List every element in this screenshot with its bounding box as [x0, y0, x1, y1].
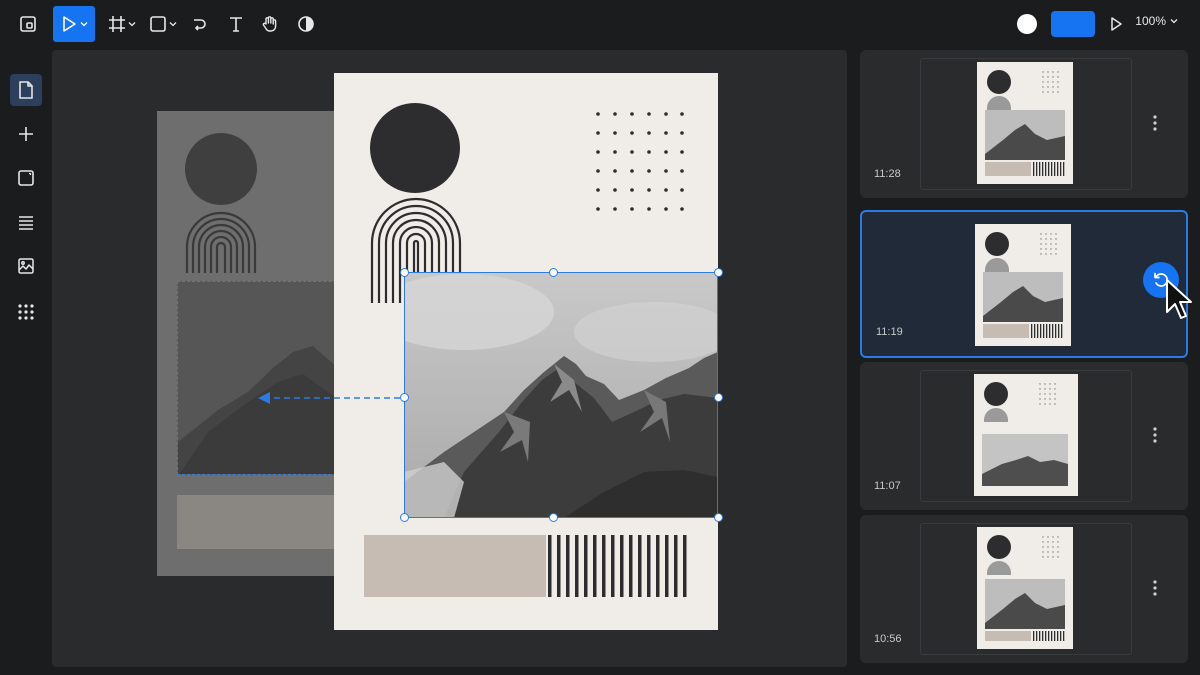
text-icon — [230, 17, 242, 32]
sidebar-item-add[interactable] — [10, 118, 42, 150]
left-sidebar — [0, 60, 52, 660]
share-button[interactable] — [1051, 11, 1095, 37]
version-history-panel: 11:28 11:19 11:07 10:56 — [858, 50, 1192, 667]
shape-tool-button[interactable] — [146, 6, 180, 42]
present-button[interactable] — [1108, 15, 1124, 38]
more-options-button[interactable] — [1152, 426, 1158, 449]
design-canvas[interactable] — [52, 50, 847, 667]
sidebar-item-images[interactable] — [10, 250, 42, 282]
history-thumbnail — [975, 224, 1071, 346]
sidebar-item-layers[interactable] — [10, 206, 42, 238]
chevron-down-icon — [128, 22, 136, 27]
play-icon — [1111, 17, 1122, 31]
history-thumbnail — [974, 374, 1078, 496]
history-timestamp: 10:56 — [874, 633, 902, 645]
hash-frame-icon — [109, 16, 125, 32]
frame-tool-button[interactable] — [106, 6, 138, 42]
history-thumbnail — [977, 527, 1073, 649]
more-options-button[interactable] — [1152, 579, 1158, 602]
text-tool-button[interactable] — [224, 6, 248, 42]
sidebar-item-frames[interactable] — [10, 162, 42, 194]
history-thumbnail — [977, 62, 1073, 184]
view-toggle-button[interactable] — [14, 6, 42, 42]
zoom-label: 100% — [1135, 14, 1166, 28]
zoom-dropdown[interactable]: 100% — [1135, 14, 1178, 28]
sidebar-item-apps[interactable] — [10, 296, 42, 328]
pen-tool-button[interactable] — [188, 6, 212, 42]
frame-select-icon — [20, 16, 36, 32]
cursor-icon — [63, 16, 76, 32]
image-icon — [18, 258, 34, 274]
top-toolbar: 100% — [0, 0, 1200, 48]
sidebar-item-pages[interactable] — [10, 74, 42, 106]
more-vertical-icon — [1153, 115, 1157, 131]
curve-pen-icon — [194, 19, 206, 31]
hand-tool-button[interactable] — [258, 6, 282, 42]
square-icon — [150, 16, 166, 32]
more-options-button[interactable] — [1152, 114, 1158, 137]
chevron-down-icon — [80, 22, 88, 27]
move-direction-arrow — [258, 392, 400, 404]
history-timestamp: 11:07 — [874, 480, 901, 492]
history-timestamp: 11:28 — [874, 168, 901, 180]
history-item-selected[interactable]: 11:19 — [860, 210, 1192, 358]
hand-icon — [262, 16, 277, 32]
user-avatar[interactable] — [1017, 14, 1037, 34]
frame-icon — [18, 170, 34, 186]
move-tool-button[interactable] — [53, 6, 95, 42]
chevron-down-icon — [169, 22, 177, 27]
page-icon — [19, 81, 33, 99]
chevron-down-icon — [1170, 19, 1178, 24]
history-item[interactable]: 11:07 — [860, 362, 1188, 510]
contrast-icon — [298, 16, 314, 32]
more-vertical-icon — [1153, 580, 1157, 596]
history-timestamp: 11:19 — [876, 326, 903, 338]
list-icon — [19, 216, 33, 230]
mouse-pointer-icon — [1166, 279, 1192, 319]
more-vertical-icon — [1153, 427, 1157, 443]
contrast-tool-button[interactable] — [294, 6, 318, 42]
history-item[interactable]: 10:56 — [860, 515, 1188, 663]
plus-icon — [19, 127, 33, 141]
design-editor: 100% 11:28 11:19 11:07 10:56 — [0, 0, 1200, 675]
grid-dots-icon — [18, 304, 34, 320]
history-item[interactable]: 11:28 — [860, 50, 1188, 198]
